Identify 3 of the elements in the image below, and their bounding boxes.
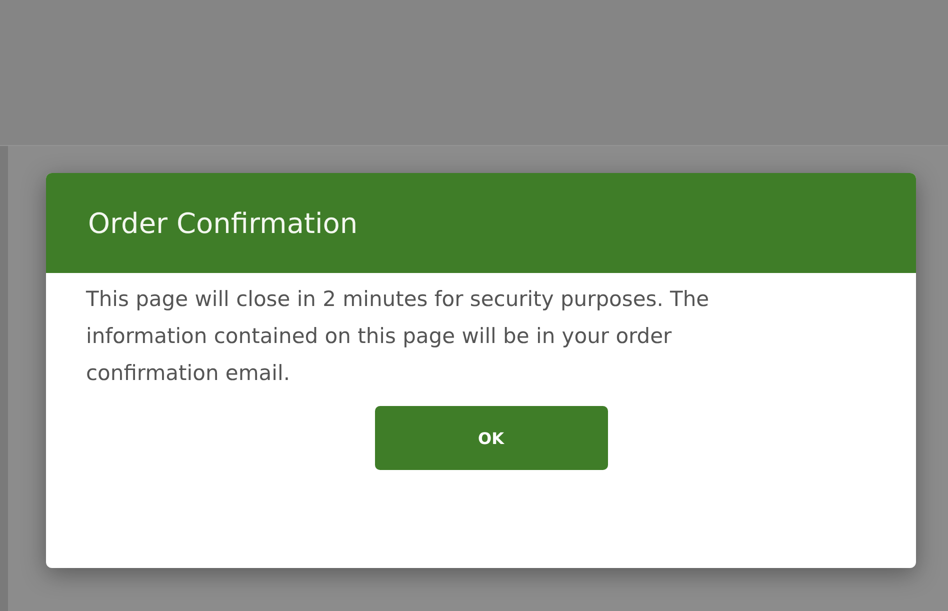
ok-button[interactable]: OK [374, 406, 608, 470]
dialog-title: Order Confirmation [88, 206, 358, 240]
dialog-message: This page will close in 2 minutes for security purposes. The information contained on this page will be in your order confirmation email. [86, 286, 710, 387]
